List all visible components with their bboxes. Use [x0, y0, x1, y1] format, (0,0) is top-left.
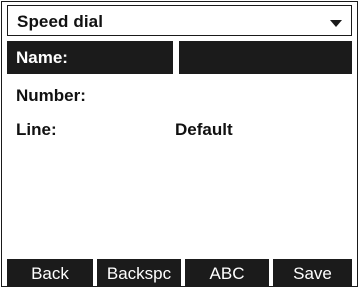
- line-label: Line:: [16, 120, 57, 139]
- backspace-softkey[interactable]: Backspc: [97, 259, 181, 287]
- chevron-down-icon[interactable]: [330, 20, 342, 27]
- name-input[interactable]: [179, 41, 352, 74]
- phone-screen: Speed dial Name: Number: Line: Default B…: [0, 0, 359, 288]
- line-value[interactable]: Default: [175, 120, 233, 140]
- page-title: Speed dial: [17, 12, 104, 31]
- title-bar[interactable]: Speed dial: [7, 5, 352, 36]
- softkey-bar: Back Backspc ABC Save: [7, 259, 352, 287]
- number-label: Number:: [16, 86, 86, 105]
- save-softkey[interactable]: Save: [273, 259, 352, 287]
- input-mode-softkey[interactable]: ABC: [185, 259, 269, 287]
- line-row[interactable]: Line: Default: [7, 113, 352, 145]
- name-label: Name:: [16, 48, 68, 67]
- name-row[interactable]: Name:: [7, 41, 352, 74]
- back-softkey[interactable]: Back: [7, 259, 93, 287]
- name-label-highlight: Name:: [7, 41, 173, 74]
- number-row[interactable]: Number:: [7, 79, 352, 111]
